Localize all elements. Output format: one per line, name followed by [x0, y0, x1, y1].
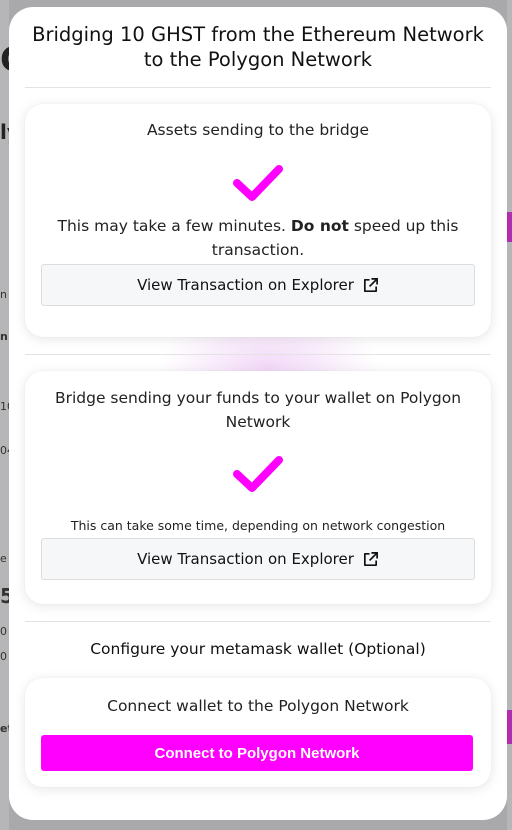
step-1-text: Assets sending to the bridge: [146, 121, 370, 139]
connect-polygon-button[interactable]: Connect to Polygon Network: [41, 735, 473, 771]
bg-fragment: n: [0, 330, 8, 343]
external-link-icon: [363, 551, 378, 566]
bg-fragment: e: [0, 552, 7, 565]
bg-fragment: 0: [0, 650, 7, 663]
check-icon: [233, 165, 283, 201]
step-1-note-prefix: This may take a few minutes.: [57, 217, 286, 235]
modal-title: Bridging 10 GHST from the Ethereum Netwo…: [32, 23, 484, 71]
view-transaction-button-2[interactable]: View Transaction on Explorer: [41, 538, 475, 580]
divider: [25, 621, 491, 622]
step-2-text: Bridge sending your funds to your wallet…: [54, 389, 462, 431]
view-transaction-label: View Transaction on Explorer: [137, 550, 354, 568]
external-link-icon: [363, 277, 378, 292]
bridge-modal: Bridging 10 GHST from the Ethereum Netwo…: [9, 7, 507, 820]
bg-right-strip: [507, 0, 512, 830]
divider: [25, 87, 491, 88]
divider: [25, 354, 491, 355]
step-1-note-bold: Do not: [290, 217, 349, 235]
configure-wallet-heading: Configure your metamask wallet (Optional…: [90, 640, 426, 658]
check-icon: [233, 456, 283, 492]
step-2-note: This can take some time, depending on ne…: [70, 518, 446, 533]
connect-wallet-card: Connect wallet to the Polygon Network Co…: [25, 678, 491, 787]
bg-accent-pill: [507, 710, 512, 744]
connect-wallet-text: Connect wallet to the Polygon Network: [107, 697, 409, 715]
bg-fragment: 0: [0, 625, 7, 638]
view-transaction-label: View Transaction on Explorer: [137, 276, 354, 294]
step-1-note: This may take a few minutes. Do not spee…: [45, 214, 471, 262]
bg-fragment: n: [0, 288, 7, 301]
step-card-assets-sending: Assets sending to the bridge This may ta…: [25, 104, 491, 337]
view-transaction-button-1[interactable]: View Transaction on Explorer: [41, 264, 475, 306]
bg-accent-pill: [507, 212, 512, 242]
step-card-bridge-sending: Bridge sending your funds to your wallet…: [25, 371, 491, 604]
